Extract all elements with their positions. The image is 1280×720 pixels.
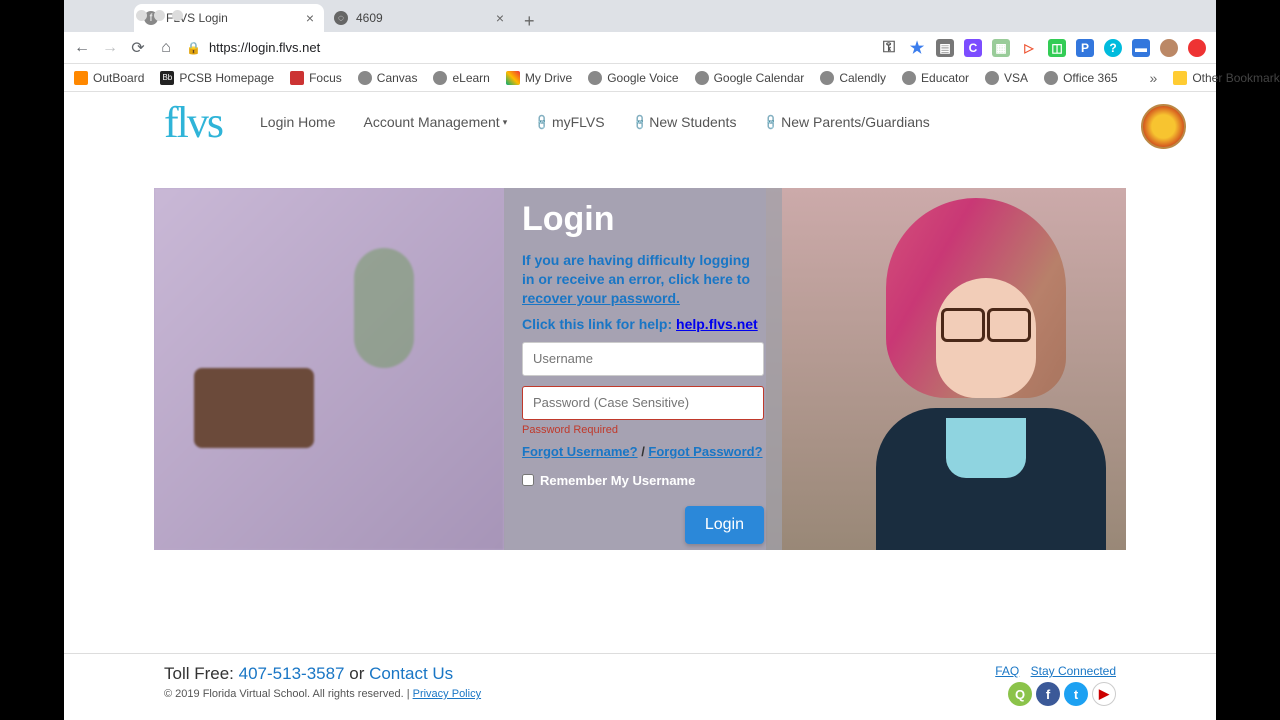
bookmark-item[interactable]: OutBoard	[74, 71, 144, 85]
contact-us-link[interactable]: Contact Us	[369, 664, 453, 683]
avatar-icon[interactable]	[1160, 39, 1178, 57]
footer: Toll Free: 407-513-3587 or Contact Us © …	[64, 653, 1216, 720]
forgot-username-link[interactable]: Forgot Username?	[522, 444, 638, 459]
address-bar: ← → ⟳ ⌂ 🔒 https://login.flvs.net ⚿ ★ ▤ C…	[64, 32, 1216, 64]
username-input[interactable]	[522, 342, 764, 376]
password-error: Password Required	[522, 424, 764, 436]
stay-connected-link[interactable]: Stay Connected	[1031, 664, 1116, 678]
close-icon[interactable]: ×	[496, 10, 504, 26]
ext-icon[interactable]: ▬	[1132, 39, 1150, 57]
recover-password-link[interactable]: recover your password.	[522, 290, 680, 306]
privacy-policy-link[interactable]: Privacy Policy	[413, 688, 481, 700]
ext-icon[interactable]: ▷	[1020, 39, 1038, 57]
link-icon: 🔗	[762, 113, 781, 132]
ext-icon[interactable]: P	[1076, 39, 1094, 57]
favicon-icon: ◌	[334, 11, 348, 25]
facebook-icon[interactable]: f	[1036, 682, 1060, 706]
ext-icon[interactable]: ▦	[992, 39, 1010, 57]
twitter-icon[interactable]: t	[1064, 682, 1088, 706]
faq-link[interactable]: FAQ	[995, 664, 1019, 678]
password-input[interactable]	[522, 386, 764, 420]
bookmark-item[interactable]: Canvas	[358, 71, 418, 85]
back-icon[interactable]: ←	[74, 40, 90, 56]
help-line: Click this link for help: help.flvs.net	[522, 316, 764, 332]
extension-icons: ⚿ ★ ▤ C ▦ ▷ ◫ P ? ▬	[880, 39, 1206, 57]
nav-account-management[interactable]: Account Management▾	[364, 114, 508, 130]
hero-background-right	[766, 188, 1126, 550]
chevron-down-icon: ▾	[503, 117, 508, 128]
tab-strip: f FLVS Login × ◌ 4609 × +	[64, 0, 1216, 32]
bookmark-item[interactable]: Focus	[290, 71, 342, 85]
bookmark-item[interactable]: Office 365	[1044, 71, 1117, 85]
ext-icon[interactable]	[1188, 39, 1206, 57]
nav-new-students[interactable]: 🔗New Students	[633, 114, 737, 130]
home-icon[interactable]: ⌂	[158, 40, 174, 56]
url-text: https://login.flvs.net	[209, 40, 320, 55]
site-nav: flvs Login Home Account Management▾ 🔗myF…	[64, 92, 1216, 152]
hero-background-left	[154, 188, 504, 550]
remember-checkbox[interactable]	[522, 474, 534, 486]
login-button[interactable]: Login	[685, 506, 764, 544]
star-icon[interactable]: ★	[908, 39, 926, 57]
login-notice: If you are having difficulty logging in …	[522, 251, 764, 308]
nav-login-home[interactable]: Login Home	[260, 114, 336, 130]
phone-number[interactable]: 407-513-3587	[239, 664, 345, 683]
bookmark-item[interactable]: BbPCSB Homepage	[160, 71, 274, 85]
new-tab-button[interactable]: +	[514, 11, 545, 32]
nav-new-parents[interactable]: 🔗New Parents/Guardians	[764, 114, 929, 130]
login-panel: Login If you are having difficulty loggi…	[504, 188, 782, 550]
link-icon: 🔗	[533, 113, 552, 132]
close-icon[interactable]: ×	[306, 10, 314, 26]
forgot-links: Forgot Username? / Forgot Password?	[522, 444, 764, 459]
bookmark-item[interactable]: Google Voice	[588, 71, 678, 85]
toll-free: Toll Free: 407-513-3587 or Contact Us	[164, 664, 481, 684]
logo[interactable]: flvs	[164, 97, 222, 148]
url-field[interactable]: 🔒 https://login.flvs.net	[186, 40, 868, 55]
bookmark-item[interactable]: eLearn	[433, 71, 489, 85]
student-photo	[786, 188, 1106, 550]
bookmark-item[interactable]: Calendly	[820, 71, 886, 85]
social-icon[interactable]: Q	[1008, 682, 1032, 706]
ext-icon[interactable]: ◫	[1048, 39, 1066, 57]
social-icons: Q f t ▶	[987, 682, 1116, 706]
bookmark-item[interactable]: My Drive	[506, 71, 572, 85]
bookmarks-bar: OutBoard BbPCSB Homepage Focus Canvas eL…	[64, 64, 1216, 92]
other-bookmarks[interactable]: Other Bookmarks	[1173, 71, 1280, 85]
copyright: © 2019 Florida Virtual School. All right…	[164, 688, 481, 700]
tab-title: FLVS Login	[166, 11, 298, 25]
forward-icon[interactable]: →	[102, 40, 118, 56]
login-title: Login	[522, 200, 764, 239]
link-icon: 🔗	[630, 113, 649, 132]
lock-icon: 🔒	[186, 41, 201, 55]
bookmark-item[interactable]: Google Calendar	[695, 71, 805, 85]
tab-title: 4609	[356, 11, 488, 25]
hero-banner: Login If you are having difficulty loggi…	[154, 188, 1126, 550]
key-icon[interactable]: ⚿	[880, 39, 898, 57]
remember-username[interactable]: Remember My Username	[522, 473, 764, 488]
bookmark-item[interactable]: Educator	[902, 71, 969, 85]
ext-icon[interactable]: C	[964, 39, 982, 57]
youtube-icon[interactable]: ▶	[1092, 682, 1116, 706]
browser-tab[interactable]: ◌ 4609 ×	[324, 4, 514, 32]
help-link[interactable]: help.flvs.net	[676, 316, 758, 332]
bookmark-item[interactable]: VSA	[985, 71, 1028, 85]
florida-seal-icon	[1141, 104, 1186, 149]
nav-myflvs[interactable]: 🔗myFLVS	[535, 114, 604, 130]
ext-icon[interactable]: ?	[1104, 39, 1122, 57]
window-controls[interactable]	[136, 10, 183, 21]
forgot-password-link[interactable]: Forgot Password?	[648, 444, 762, 459]
ext-icon[interactable]: ▤	[936, 39, 954, 57]
reload-icon[interactable]: ⟳	[130, 40, 146, 56]
bookmarks-overflow-icon[interactable]: »	[1150, 70, 1158, 86]
